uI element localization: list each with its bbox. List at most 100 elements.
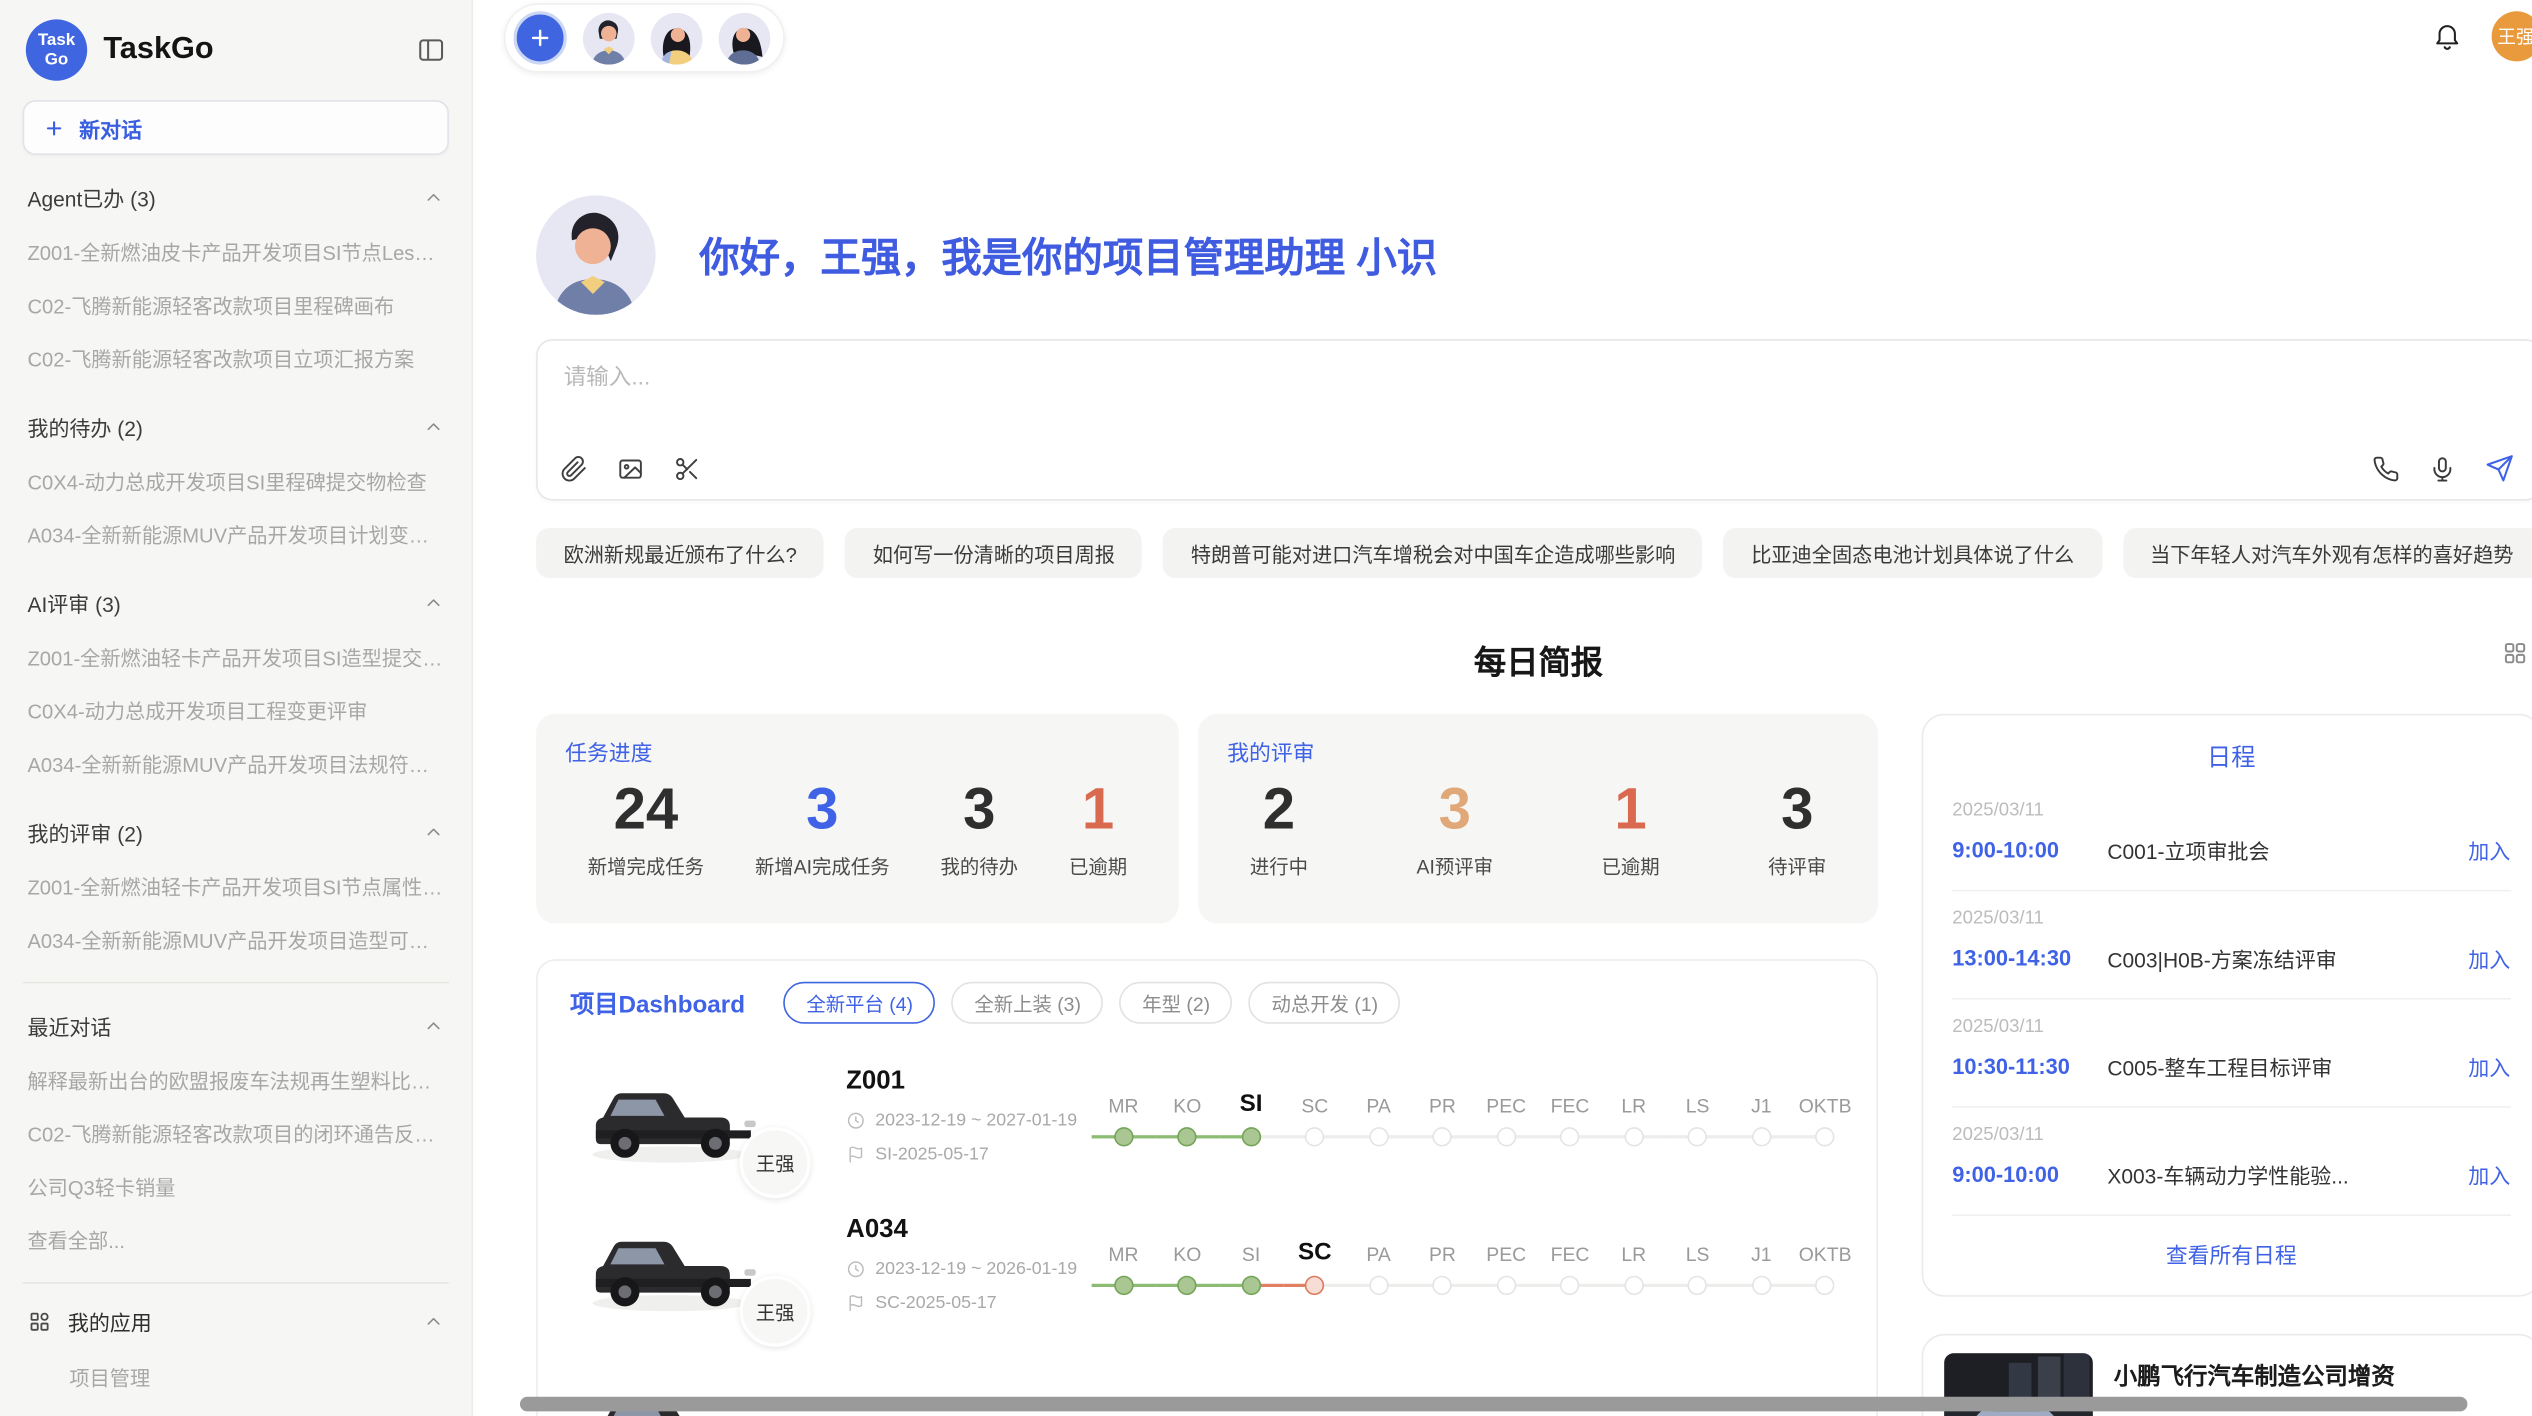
milestone-node (1497, 1276, 1516, 1295)
sidebar-item[interactable]: Z001-全新燃油轻卡产品开发项目SI节点属性5D文件评审 (23, 859, 449, 912)
divider (23, 982, 449, 984)
sidebar-section-header[interactable]: 我的待办 (2) (23, 400, 449, 453)
stat-card: 任务进度 24 新增完成任务 3 新增AI完成任务 3 我的待办 1 已逾期 (536, 714, 1179, 924)
chat-input[interactable] (560, 357, 2345, 441)
app-window: Task Go TaskGo 新对话 Agent已办 (3) Z001-全新燃油… (0, 0, 2532, 1416)
sidebar-app-item[interactable]: 产品管理 (23, 1403, 449, 1416)
horizontal-scrollbar[interactable] (520, 1397, 2467, 1412)
sidebar-header: Task Go TaskGo (23, 16, 449, 100)
milestone-label: MR (1092, 1224, 1156, 1266)
member-avatar-3[interactable] (719, 12, 771, 64)
milestone: PEC (1474, 1224, 1538, 1305)
join-meeting-link[interactable]: 加入 (2468, 943, 2510, 974)
member-avatar-2[interactable] (651, 12, 703, 64)
sidebar-section-title: AI评审 (3) (27, 588, 120, 619)
schedule-event-title: X003-车辆动力学性能验... (2107, 1159, 2455, 1190)
schedule-item: 2025/03/11 13:00-14:30 C003|H0B-方案冻结评审 加… (1952, 891, 2510, 999)
milestone-label: KO (1155, 1075, 1219, 1117)
new-chat-button[interactable]: 新对话 (23, 100, 449, 155)
user-avatar[interactable]: 王强 (2491, 11, 2532, 61)
stat-label: 已逾期 (1069, 853, 1127, 880)
dashboard-tab[interactable]: 动总开发 (1) (1249, 982, 1401, 1024)
schedule-date: 2025/03/11 (1952, 909, 2510, 928)
sidebar-section-header[interactable]: Agent已办 (3) (23, 171, 449, 224)
sidebar-item[interactable]: C02-飞腾新能源轻客改款项目里程碑画布 (23, 278, 449, 331)
join-meeting-link[interactable]: 加入 (2468, 835, 2510, 866)
topbar: 王强 (504, 0, 2532, 73)
sidebar-item-my-apps[interactable]: 我的应用 (23, 1293, 449, 1350)
suggestion-chip[interactable]: 当下年轻人对汽车外观有怎样的喜好趋势 (2123, 528, 2532, 578)
dashboard-tab[interactable]: 年型 (2) (1120, 982, 1233, 1024)
sidebar-section-header[interactable]: AI评审 (3) (23, 576, 449, 629)
dashboard-tab[interactable]: 全新平台 (4) (784, 982, 936, 1024)
stat: 24 新增完成任务 (588, 773, 704, 880)
flag-icon (846, 1293, 865, 1312)
project-row[interactable]: 王强 Z001 2023-12-19 ~ 2027-01-19 SI-2025-… (570, 1059, 1844, 1172)
sidebar-item[interactable]: 公司Q3轻卡销量 (23, 1159, 449, 1212)
briefing-header: 每日简报 (536, 636, 2532, 681)
sidebar-item[interactable]: A034-全新新能源MUV产品开发项目造型可行性评审 (23, 912, 449, 965)
sidebar-section-header[interactable]: 最近对话 (23, 1000, 449, 1053)
greeting-text: 你好，王强，我是你的项目管理助理 小识 (699, 226, 1437, 284)
milestone-node (1688, 1127, 1707, 1146)
paperclip-icon[interactable] (560, 455, 587, 482)
milestone-label: SI (1219, 1075, 1283, 1117)
sidebar-item[interactable]: A034-全新新能源MUV产品开发项目法规符合性评审 (23, 736, 449, 789)
add-member-button[interactable] (514, 11, 567, 64)
stat-value: 1 (1069, 773, 1127, 843)
stat-label: 我的待办 (940, 853, 1018, 880)
project-owner-badge: 王强 (740, 1276, 811, 1347)
send-icon[interactable] (2484, 454, 2513, 483)
sidebar-item[interactable]: 解释最新出台的欧盟报废车法规再生塑料比例被调至15%... (23, 1053, 449, 1106)
stat-label: AI预评审 (1417, 853, 1493, 880)
sidebar-app-item[interactable]: 项目管理 (23, 1350, 449, 1403)
sidebar-section: 我的评审 (2) Z001-全新燃油轻卡产品开发项目SI节点属性5D文件评审A0… (23, 806, 449, 966)
suggestion-chip[interactable]: 比亚迪全固态电池计划具体说了什么 (1724, 528, 2102, 578)
milestone-node (1497, 1127, 1516, 1146)
sidebar-section: 最近对话 解释最新出台的欧盟报废车法规再生塑料比例被调至15%...C02-飞腾… (23, 1000, 449, 1266)
sidebar-section-header[interactable]: 我的评审 (2) (23, 806, 449, 859)
milestone: MR (1092, 1224, 1156, 1305)
member-avatar-1[interactable] (583, 12, 635, 64)
milestone-label: LS (1666, 1224, 1730, 1266)
project-info: A034 2023-12-19 ~ 2026-01-19 SC-2025-05-… (846, 1216, 1082, 1313)
view-all-schedule-link[interactable]: 查看所有日程 (1952, 1216, 2510, 1285)
chevron-up-icon (423, 1311, 444, 1332)
microphone-icon[interactable] (2428, 455, 2455, 482)
suggestion-chip[interactable]: 特朗普可能对进口汽车增税会对中国车企造成哪些影响 (1163, 528, 1702, 578)
suggestion-chip[interactable]: 欧洲新规最近颁布了什么? (536, 528, 824, 578)
stat-value: 3 (1417, 773, 1493, 843)
scissors-icon[interactable] (673, 455, 700, 482)
sidebar-item[interactable]: C02-飞腾新能源轻客改款项目立项汇报方案 (23, 331, 449, 384)
stat-value: 2 (1250, 773, 1308, 843)
input-attachments (560, 455, 700, 482)
sidebar-item[interactable]: 查看全部... (23, 1213, 449, 1266)
phone-icon[interactable] (2371, 455, 2398, 482)
suggestion-chip[interactable]: 如何写一份清晰的项目周报 (845, 528, 1142, 578)
stat-label: 进行中 (1250, 853, 1308, 880)
sidebar-item[interactable]: C02-飞腾新能源轻客改款项目的闭环通告反馈情况 (23, 1106, 449, 1159)
sidebar-item[interactable]: C0X4-动力总成开发项目SI里程碑提交物检查 (23, 454, 449, 507)
sidebar-item[interactable]: A034-全新新能源MUV产品开发项目计划变更表编写 (23, 507, 449, 560)
join-meeting-link[interactable]: 加入 (2468, 1051, 2510, 1082)
milestone-node (1114, 1127, 1133, 1146)
sidebar-item[interactable]: Z001-全新燃油皮卡产品开发项目SI节点Lesson Learn报告 (23, 224, 449, 277)
join-meeting-link[interactable]: 加入 (2468, 1159, 2510, 1190)
sidebar-item[interactable]: C0X4-动力总成开发项目工程变更评审 (23, 683, 449, 736)
layout-grid-icon[interactable] (2501, 639, 2528, 666)
stat-value: 24 (588, 773, 704, 843)
divider (23, 1282, 449, 1284)
app-title: TaskGo (103, 32, 400, 68)
dashboard-tab[interactable]: 全新上装 (3) (952, 982, 1104, 1024)
image-attach-icon[interactable] (617, 455, 644, 482)
sidebar-section-title: 我的评审 (2) (27, 817, 142, 848)
milestone-label: SI (1219, 1224, 1283, 1266)
collapse-sidebar-icon[interactable] (417, 36, 446, 65)
project-row[interactable]: 王强 A034 2023-12-19 ~ 2026-01-19 SC-2025-… (570, 1208, 1844, 1321)
sidebar-item[interactable]: Z001-全新燃油轻卡产品开发项目SI造型提交物评审 (23, 630, 449, 683)
notifications-bell-icon[interactable] (2431, 21, 2462, 52)
milestone: PEC (1474, 1075, 1538, 1156)
schedule-date: 2025/03/11 (1952, 1126, 2510, 1145)
stat-value: 1 (1602, 773, 1660, 843)
chevron-up-icon (423, 593, 444, 614)
